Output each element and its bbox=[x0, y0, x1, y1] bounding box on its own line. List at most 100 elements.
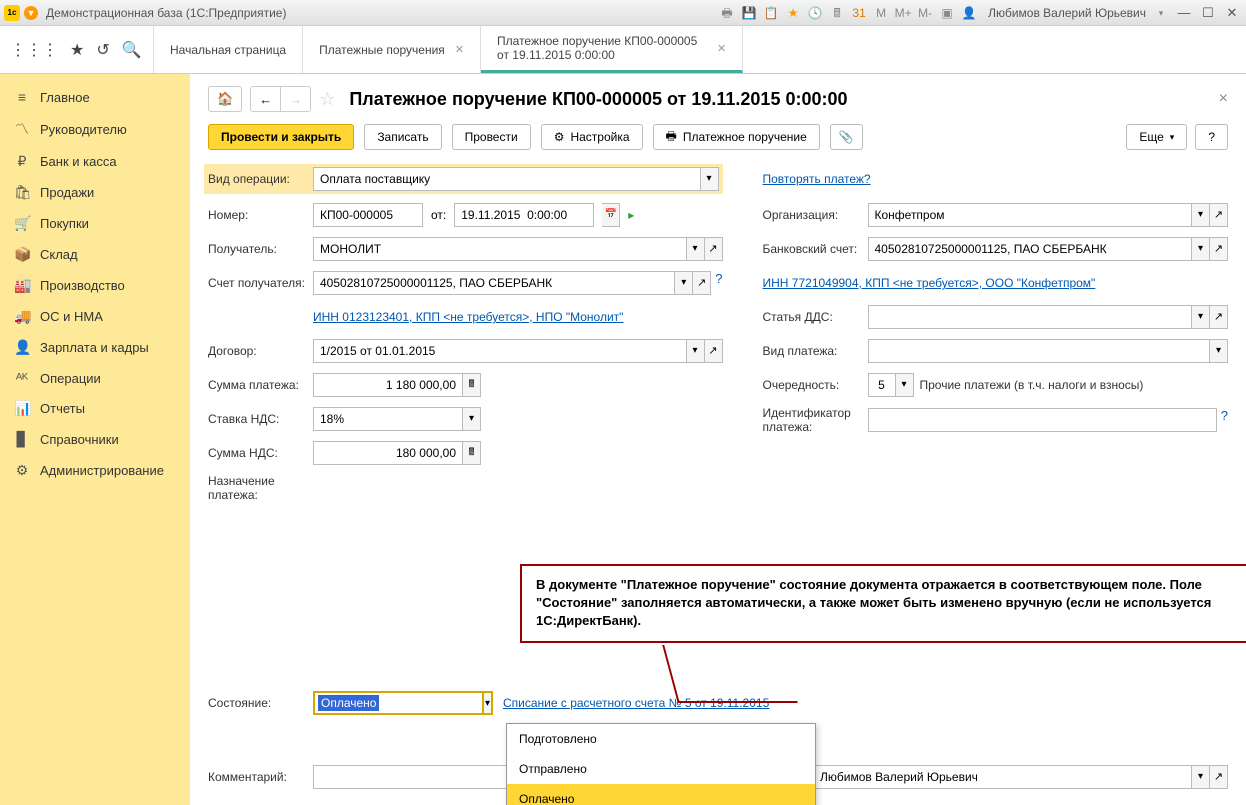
maximize-button[interactable]: ☐ bbox=[1198, 4, 1218, 22]
bank-account-field[interactable] bbox=[868, 237, 1193, 261]
identifier-field[interactable] bbox=[868, 408, 1217, 432]
more-button[interactable]: Еще ▾ bbox=[1126, 124, 1187, 150]
sidebar-item-sales[interactable]: 🛍Продажи bbox=[0, 177, 190, 208]
post-button[interactable]: Провести bbox=[452, 124, 531, 150]
status-flag-icon[interactable]: ▸ bbox=[628, 208, 634, 222]
favorite-icon[interactable]: ★ bbox=[784, 4, 802, 22]
apps-icon[interactable]: ⋮⋮⋮ bbox=[10, 40, 58, 60]
task-icon[interactable]: ▣ bbox=[938, 4, 956, 22]
search-icon[interactable]: 🔍 bbox=[122, 40, 142, 60]
settings-button[interactable]: ⚙Настройка bbox=[541, 124, 643, 150]
open-button[interactable]: ↗ bbox=[705, 339, 723, 363]
close-button[interactable]: ✕ bbox=[1222, 4, 1242, 22]
sidebar-item-main[interactable]: ≡Главное bbox=[0, 82, 190, 112]
sidebar-item-bank[interactable]: ₽Банк и касса bbox=[0, 146, 190, 177]
repeat-payment-link[interactable]: Повторять платеж? bbox=[763, 172, 871, 186]
calculator-icon[interactable]: 🖩 bbox=[828, 4, 846, 22]
history-tool-icon[interactable]: ↺ bbox=[96, 40, 109, 60]
tab-close-icon[interactable]: ✕ bbox=[455, 43, 464, 56]
dropdown-button[interactable]: ▾ bbox=[701, 167, 719, 191]
favorite-star-icon[interactable]: ☆ bbox=[319, 89, 335, 110]
tab-close-icon[interactable]: ✕ bbox=[717, 42, 726, 55]
dropdown-button[interactable]: ▾ bbox=[687, 339, 705, 363]
dropdown-button[interactable]: ▾ bbox=[1192, 765, 1210, 789]
calculator-button[interactable]: 🖩 bbox=[463, 373, 481, 397]
minimize-button[interactable]: — bbox=[1174, 4, 1194, 22]
tab-payment-orders[interactable]: Платежные поручения✕ bbox=[303, 26, 481, 73]
calculator-button[interactable]: 🖩 bbox=[463, 441, 481, 465]
help-button[interactable]: ? bbox=[1195, 124, 1228, 150]
star-icon[interactable]: ★ bbox=[70, 40, 84, 60]
m-icon[interactable]: M bbox=[872, 4, 890, 22]
payment-type-field[interactable] bbox=[868, 339, 1211, 363]
sidebar-item-production[interactable]: 🏭Производство bbox=[0, 270, 190, 301]
open-button[interactable]: ↗ bbox=[1210, 765, 1228, 789]
history-icon[interactable]: 🕓 bbox=[806, 4, 824, 22]
open-button[interactable]: ↗ bbox=[1210, 305, 1228, 329]
recipient-account-field[interactable] bbox=[313, 271, 675, 295]
help-icon[interactable]: ? bbox=[715, 271, 722, 295]
open-button[interactable]: ↗ bbox=[1210, 237, 1228, 261]
back-button[interactable]: ← bbox=[251, 87, 281, 111]
tab-payment-order-doc[interactable]: Платежное поручение КП00-000005 от 19.11… bbox=[481, 26, 743, 73]
dropdown-button[interactable]: ▾ bbox=[896, 373, 914, 397]
dropdown-button[interactable]: ▾ bbox=[463, 407, 481, 431]
open-button[interactable]: ↗ bbox=[693, 271, 711, 295]
dds-field[interactable] bbox=[868, 305, 1193, 329]
sidebar-item-reports[interactable]: 📊Отчеты bbox=[0, 393, 190, 424]
help-icon[interactable]: ? bbox=[1221, 408, 1228, 432]
payment-sum-field[interactable] bbox=[313, 373, 463, 397]
dropdown-button[interactable]: ▾ bbox=[1192, 203, 1210, 227]
calendar-icon[interactable]: 31 bbox=[850, 4, 868, 22]
dropdown-button[interactable]: ▾ bbox=[484, 691, 493, 715]
recipient-field[interactable] bbox=[313, 237, 687, 261]
sidebar-item-directories[interactable]: ▊Справочники bbox=[0, 424, 190, 455]
sidebar-item-manager[interactable]: 〽Руководителю bbox=[0, 112, 190, 146]
date-field[interactable] bbox=[454, 203, 594, 227]
calendar-button[interactable]: 📅 bbox=[602, 203, 620, 227]
m-minus-icon[interactable]: M- bbox=[916, 4, 934, 22]
attachments-button[interactable]: 📎 bbox=[830, 124, 863, 150]
print-icon[interactable]: 🖶 bbox=[718, 4, 736, 22]
open-button[interactable]: ↗ bbox=[1210, 203, 1228, 227]
dropdown-button[interactable]: ▾ bbox=[1192, 305, 1210, 329]
post-and-close-button[interactable]: Провести и закрыть bbox=[208, 124, 354, 150]
priority-field[interactable] bbox=[868, 373, 896, 397]
app-menu-dropdown[interactable]: ▼ bbox=[24, 6, 38, 20]
sidebar-item-assets[interactable]: 🚚ОС и НМА bbox=[0, 301, 190, 332]
sidebar-item-salary[interactable]: 👤Зарплата и кадры bbox=[0, 332, 190, 363]
open-button[interactable]: ↗ bbox=[705, 237, 723, 261]
sidebar-item-operations[interactable]: ᴬᴷОперации bbox=[0, 363, 190, 393]
sidebar-item-purchases[interactable]: 🛒Покупки bbox=[0, 208, 190, 239]
contract-field[interactable] bbox=[313, 339, 687, 363]
operation-type-field[interactable] bbox=[313, 167, 701, 191]
state-option-paid[interactable]: Оплачено bbox=[507, 784, 815, 805]
dropdown-button[interactable]: ▾ bbox=[687, 237, 705, 261]
responsible-field[interactable] bbox=[813, 765, 1192, 789]
state-option-prepared[interactable]: Подготовлено bbox=[507, 724, 815, 754]
organization-field[interactable] bbox=[868, 203, 1193, 227]
m-plus-icon[interactable]: M+ bbox=[894, 4, 912, 22]
copy-icon[interactable]: 📋 bbox=[762, 4, 780, 22]
save-button[interactable]: Записать bbox=[364, 124, 441, 150]
forward-button[interactable]: → bbox=[281, 87, 310, 111]
dropdown-button[interactable]: ▾ bbox=[1192, 237, 1210, 261]
org-inn-link[interactable]: ИНН 7721049904, КПП <не требуется>, ООО … bbox=[763, 276, 1096, 290]
state-option-sent[interactable]: Отправлено bbox=[507, 754, 815, 784]
print-button[interactable]: 🖶Платежное поручение bbox=[653, 124, 820, 150]
vat-rate-field[interactable] bbox=[313, 407, 463, 431]
user-dropdown-icon[interactable]: ▾ bbox=[1152, 4, 1170, 22]
dropdown-button[interactable]: ▾ bbox=[1210, 339, 1228, 363]
save-icon[interactable]: 💾 bbox=[740, 4, 758, 22]
close-document-button[interactable]: × bbox=[1219, 90, 1228, 108]
bank-account-label: Банковский счет: bbox=[763, 242, 868, 256]
home-button[interactable]: 🏠 bbox=[208, 86, 242, 112]
sidebar-item-admin[interactable]: ⚙Администрирование bbox=[0, 455, 190, 486]
vat-sum-field[interactable] bbox=[313, 441, 463, 465]
dropdown-button[interactable]: ▾ bbox=[675, 271, 693, 295]
tab-start[interactable]: Начальная страница bbox=[154, 26, 303, 73]
current-user[interactable]: Любимов Валерий Юрьевич bbox=[982, 6, 1148, 20]
number-field[interactable] bbox=[313, 203, 423, 227]
sidebar-item-warehouse[interactable]: 📦Склад bbox=[0, 239, 190, 270]
recipient-inn-link[interactable]: ИНН 0123123401, КПП <не требуется>, НПО … bbox=[313, 310, 623, 324]
